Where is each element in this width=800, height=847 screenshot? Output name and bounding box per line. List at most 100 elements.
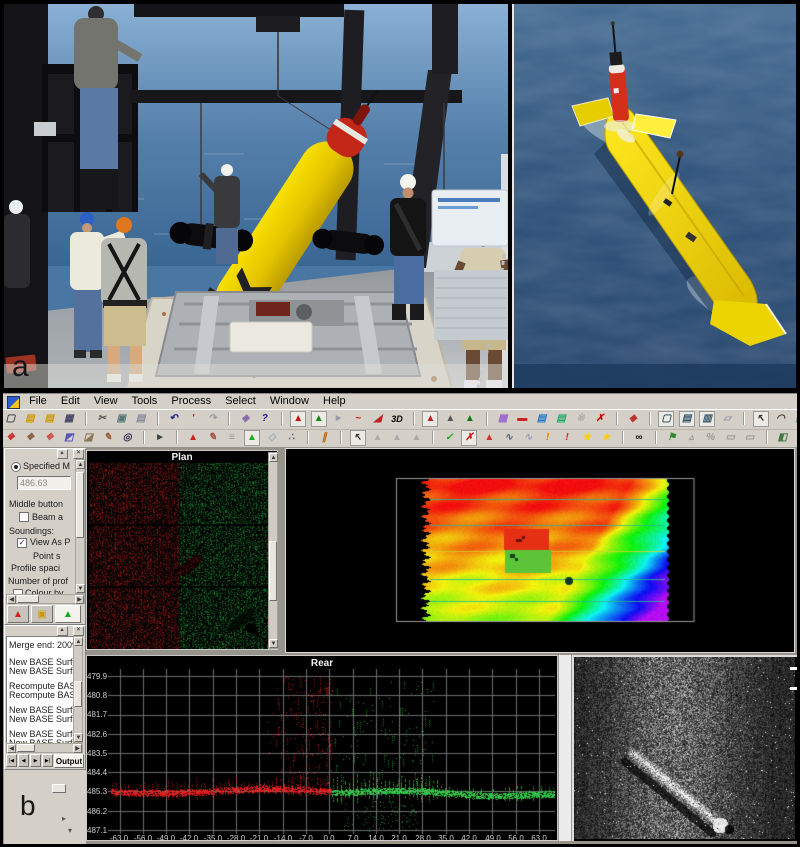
star-a-icon[interactable]: ★ — [579, 430, 594, 446]
triangle-a-icon[interactable]: ▲ — [370, 430, 385, 446]
vessel-icon[interactable]: ► — [153, 430, 168, 446]
hscroll-thumb[interactable] — [17, 744, 35, 752]
menu-view[interactable]: View — [94, 394, 118, 409]
star-b-icon[interactable]: ★ — [599, 430, 614, 446]
plan-vscrollbar[interactable]: ▲ ▼ — [268, 452, 278, 649]
paste-icon[interactable]: ▤ — [133, 411, 148, 427]
warn-a-icon[interactable]: ! — [540, 430, 555, 446]
new-file-icon[interactable]: ▢ — [3, 411, 18, 427]
vscroll-thumb[interactable] — [269, 541, 277, 601]
scroll-up-arrow[interactable]: ▲ — [74, 637, 83, 646]
reject-swath-icon[interactable]: ▲ — [482, 430, 497, 446]
menu-edit[interactable]: Edit — [61, 394, 80, 409]
nav-arrow-icon[interactable]: ► — [331, 411, 346, 427]
menu-process[interactable]: Process — [171, 394, 211, 409]
scroll-left-arrow[interactable]: ◀ — [7, 744, 16, 753]
pencil-icon[interactable]: ✎ — [100, 430, 115, 446]
prev-page-button[interactable]: ◀ — [18, 754, 29, 767]
bar-b-icon[interactable]: ▭ — [742, 430, 757, 446]
output-vscrollbar[interactable]: ▲ ▼ — [73, 636, 83, 743]
window-tile-h-icon[interactable]: ▤ — [679, 411, 695, 427]
menu-file[interactable]: File — [29, 394, 47, 409]
diamond-icon[interactable]: ◇ — [264, 430, 279, 446]
user-edit-icon[interactable]: ◩ — [61, 430, 76, 446]
rear-view-canvas[interactable] — [108, 669, 555, 834]
spline-b-icon[interactable]: ∿ — [521, 430, 536, 446]
scatter-icon[interactable]: ∴ — [284, 430, 299, 446]
scroll-up-arrow[interactable]: ▲ — [76, 460, 85, 469]
profiles-icon[interactable]: ∥ — [317, 430, 332, 446]
control-panel-hscrollbar[interactable]: ◀ ▶ — [6, 594, 85, 604]
panel-close-button[interactable]: ✕ — [73, 626, 84, 636]
beam-checkbox[interactable] — [19, 512, 29, 522]
output-log[interactable]: Merge end: 2009-2 New BASE Surface New B… — [6, 636, 74, 745]
subset-gray-icon[interactable]: ▲ — [443, 411, 458, 427]
panel-collapse-button[interactable]: ▴ — [57, 449, 68, 459]
triangle-gray-icon[interactable]: ▵ — [684, 430, 699, 446]
bathymetry-canvas[interactable] — [288, 451, 794, 652]
window-tile-v-icon[interactable]: ▥ — [699, 411, 715, 427]
menu-select[interactable]: Select — [225, 394, 256, 409]
tide-icon[interactable]: ~ — [351, 411, 366, 427]
surface-a-icon[interactable]: ◧ — [775, 430, 790, 446]
qc-flag-icon[interactable]: ❖ — [3, 430, 18, 446]
save-icon[interactable]: ▦ — [61, 411, 76, 427]
small-down-arrow-icon[interactable]: ▾ — [68, 826, 72, 835]
sidescan-canvas[interactable] — [574, 657, 795, 839]
percent-icon[interactable]: % — [703, 430, 718, 446]
track-icon[interactable]: ⚑ — [664, 430, 679, 446]
vscroll-thumb[interactable] — [74, 681, 82, 707]
cursor-box-icon[interactable]: ↖ — [350, 430, 366, 446]
panel-close-button[interactable]: ✕ — [73, 449, 84, 459]
warn-b-icon[interactable]: ! — [560, 430, 575, 446]
surface-b-icon[interactable]: ◧ — [794, 430, 797, 446]
specified-value-field[interactable] — [17, 476, 71, 490]
delete-red-icon[interactable]: ✗ — [593, 411, 608, 427]
last-page-button[interactable]: ▶| — [42, 754, 53, 767]
cut-icon[interactable]: ✂ — [94, 411, 109, 427]
triangle-c-icon[interactable]: ▲ — [409, 430, 424, 446]
subset-red-icon[interactable]: ▲ — [422, 411, 438, 427]
grid-multi-icon[interactable]: ▦ — [495, 411, 510, 427]
copy-icon[interactable]: ▣ — [114, 411, 129, 427]
view-as-checkbox[interactable]: ✓ — [17, 538, 27, 548]
line-red-icon[interactable]: ▬ — [515, 411, 530, 427]
attribute-query-icon[interactable]: ◈ — [238, 411, 253, 427]
layer-add-icon[interactable]: ▤ — [534, 411, 549, 427]
find-icon[interactable]: ∞ — [631, 430, 646, 446]
scroll-left-arrow[interactable]: ◀ — [7, 595, 16, 604]
user-red-icon[interactable]: ❖ — [42, 430, 57, 446]
target-icon[interactable]: ◎ — [120, 430, 135, 446]
reject-icon[interactable]: ✗ — [461, 430, 477, 446]
scroll-down-arrow[interactable]: ▼ — [269, 639, 278, 648]
vscroll-thumb[interactable] — [76, 472, 84, 538]
spline-a-icon[interactable]: ∿ — [501, 430, 516, 446]
window-cascade-icon[interactable]: ▢ — [658, 411, 674, 427]
menu-help[interactable]: Help — [323, 394, 346, 409]
swath-green-icon[interactable]: ▲ — [311, 411, 327, 427]
context-help-icon[interactable]: ? — [257, 411, 272, 427]
swath-red-icon[interactable]: ▲ — [290, 411, 306, 427]
tab-profile-view[interactable]: ▲ — [55, 605, 81, 623]
scroll-down-arrow[interactable]: ▼ — [76, 584, 85, 593]
accept-icon[interactable]: ✓ — [442, 430, 457, 446]
menu-window[interactable]: Window — [270, 394, 309, 409]
redo-icon[interactable]: ↷ — [205, 411, 220, 427]
profile-icon[interactable]: ◢ — [370, 411, 385, 427]
small-right-arrow-icon[interactable]: ▸ — [62, 814, 66, 823]
plan-view-canvas[interactable] — [89, 463, 269, 649]
pane-splitter[interactable] — [558, 655, 572, 841]
bar-a-icon[interactable]: ▭ — [723, 430, 738, 446]
first-page-button[interactable]: |◀ — [6, 754, 17, 767]
layer-add2-icon[interactable]: ▤ — [554, 411, 569, 427]
open-project-icon[interactable]: ▤ — [42, 411, 57, 427]
control-panel-vscrollbar[interactable]: ▲ ▼ — [75, 459, 85, 594]
users-icon[interactable]: ❖ — [22, 430, 37, 446]
scroll-down-arrow[interactable]: ▼ — [74, 733, 83, 742]
user-doc-icon[interactable]: ◪ — [81, 430, 96, 446]
output-hscrollbar[interactable]: ◀ ▶ — [6, 743, 83, 753]
lasso-icon[interactable]: ◠ — [773, 411, 788, 427]
cube-3d-icon[interactable]: ◆ — [625, 411, 640, 427]
subset-green-icon[interactable]: ▲ — [462, 411, 477, 427]
next-page-button[interactable]: ▶ — [30, 754, 41, 767]
